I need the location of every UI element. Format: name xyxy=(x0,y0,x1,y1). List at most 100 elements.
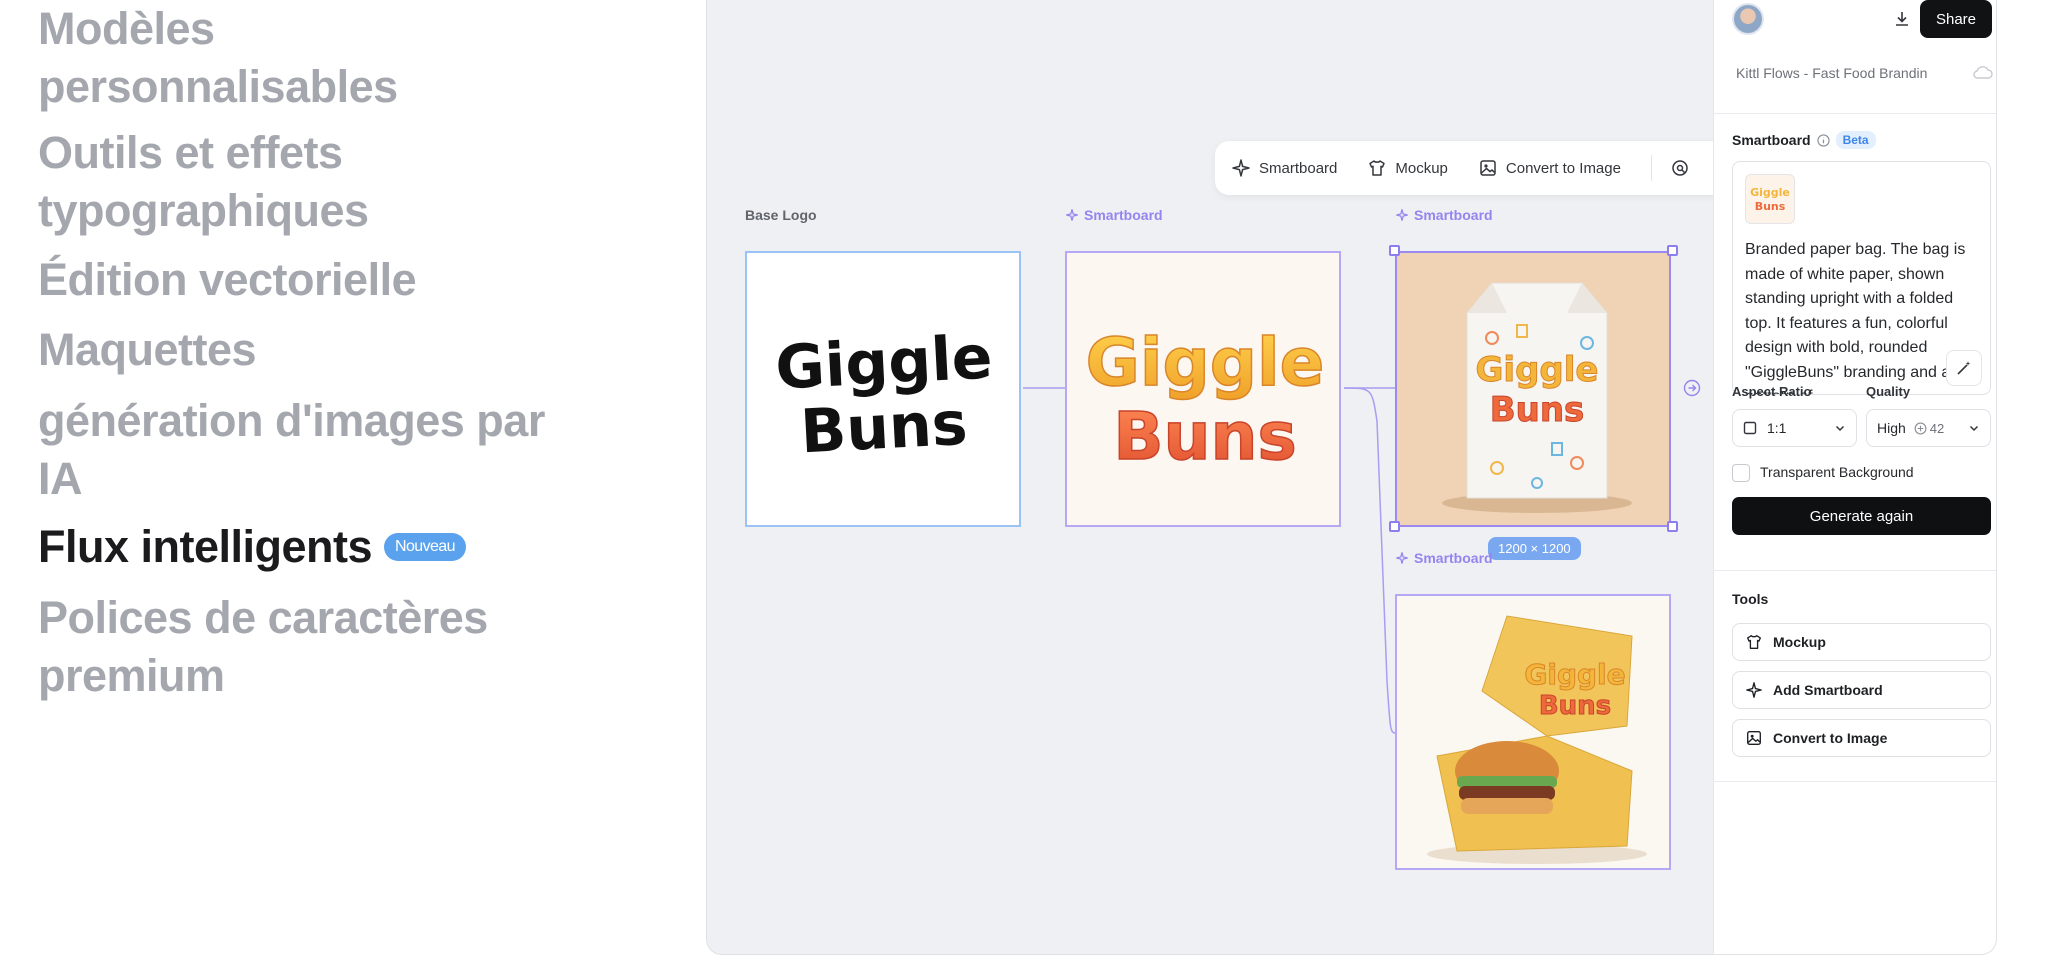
base-logo-node[interactable]: Giggle Buns xyxy=(745,251,1021,527)
enhance-prompt-button[interactable] xyxy=(1946,350,1982,386)
properties-panel: Share Kittl Flows - Fast Food Brandin Sm… xyxy=(1713,0,1996,954)
sparkle-icon xyxy=(1066,209,1078,221)
reference-thumbnail[interactable]: Giggle Buns xyxy=(1745,174,1795,224)
svg-text:Giggle: Giggle xyxy=(1750,186,1790,199)
credits-icon xyxy=(1914,422,1927,434)
svg-text:Buns: Buns xyxy=(1490,390,1585,430)
toolbar-separator xyxy=(1650,155,1652,181)
avatar[interactable] xyxy=(1732,3,1764,35)
quality-value: High xyxy=(1877,420,1906,436)
tool-convert-to-image-label: Convert to Image xyxy=(1773,730,1888,746)
beta-badge: Beta xyxy=(1835,131,1876,149)
image-icon xyxy=(1480,160,1496,176)
dimensions-badge: 1200 × 1200 xyxy=(1488,537,1581,560)
svg-text:Giggle: Giggle xyxy=(1086,324,1325,401)
tool-add-smartboard-label: Add Smartboard xyxy=(1773,682,1883,698)
tools-section-title: Tools xyxy=(1732,591,1769,607)
tool-add-smartboard-button[interactable]: Add Smartboard xyxy=(1732,671,1991,709)
toolbar-smartboard-label: Smartboard xyxy=(1259,159,1338,177)
node-toolbar: Smartboard Mockup Convert to Image xyxy=(1215,141,1735,195)
transparent-background-label: Transparent Background xyxy=(1760,464,1914,480)
toolbar-mockup-button[interactable]: Mockup xyxy=(1367,158,1448,178)
image-icon xyxy=(1747,731,1761,745)
smartboard-2-node[interactable]: Giggle Buns xyxy=(1395,251,1671,527)
smartboard-3-label-text: Smartboard xyxy=(1414,550,1493,566)
quality-select[interactable]: High 42 xyxy=(1866,409,1991,447)
chevron-down-icon xyxy=(1835,425,1845,432)
resize-handle-top-left[interactable] xyxy=(1389,245,1400,256)
add-node-icon[interactable] xyxy=(1683,379,1701,397)
aspect-ratio-label: Aspect Ratio xyxy=(1732,384,1812,399)
tool-mockup-button[interactable]: Mockup xyxy=(1732,623,1991,661)
flow-canvas[interactable]: Smartboard Mockup Convert to Image Base … xyxy=(707,0,1735,954)
aspect-ratio-value: 1:1 xyxy=(1767,420,1787,436)
feature-smart-flows-label: Flux intelligents xyxy=(38,521,373,572)
sparkle-icon xyxy=(1232,159,1250,177)
cloud-sync-icon xyxy=(1973,66,1993,79)
smartboard-2-label-text: Smartboard xyxy=(1414,207,1493,223)
resize-handle-bottom-left[interactable] xyxy=(1389,521,1400,532)
shirt-icon xyxy=(1747,635,1761,649)
smartboard-section-title: Smartboard Beta xyxy=(1732,131,1876,149)
smartboard-1-label: Smartboard xyxy=(1065,207,1163,223)
sparkle-icon xyxy=(1396,209,1408,221)
feature-premium-fonts[interactable]: Polices de caractères premium xyxy=(38,589,518,705)
feature-smart-flows[interactable]: Flux intelligents Nouveau xyxy=(38,518,466,576)
svg-text:Buns: Buns xyxy=(799,389,969,468)
sparkle-icon xyxy=(1746,682,1762,698)
toolbar-smartboard-button[interactable]: Smartboard xyxy=(1231,158,1337,178)
svg-text:Giggle: Giggle xyxy=(1476,350,1599,390)
svg-text:Giggle: Giggle xyxy=(1524,658,1625,691)
smartboard-3-node[interactable]: Giggle Buns xyxy=(1395,594,1671,870)
tool-mockup-label: Mockup xyxy=(1773,634,1826,650)
square-icon xyxy=(1743,421,1757,435)
resize-handle-top-right[interactable] xyxy=(1667,245,1678,256)
paper-bag-mockup: Giggle Buns xyxy=(1397,253,1669,525)
toolbar-convert-label: Convert to Image xyxy=(1505,159,1621,177)
toolbar-view-button[interactable] xyxy=(1670,158,1690,178)
generate-again-button[interactable]: Generate again xyxy=(1732,497,1991,535)
feature-vector-editing[interactable]: Édition vectorielle xyxy=(38,251,558,309)
feature-typography-tools[interactable]: Outils et effets typographiques xyxy=(38,124,558,240)
share-button[interactable]: Share xyxy=(1920,0,1992,38)
shirt-icon xyxy=(1369,160,1386,176)
quality-label: Quality xyxy=(1866,384,1911,399)
new-badge: Nouveau xyxy=(384,533,466,561)
aspect-ratio-select[interactable]: 1:1 xyxy=(1732,409,1857,447)
smartboard-1-label-text: Smartboard xyxy=(1084,207,1163,223)
feature-custom-templates[interactable]: Modèles personnalisables xyxy=(38,0,558,116)
svg-text:Buns: Buns xyxy=(1539,691,1611,721)
toolbar-convert-button[interactable]: Convert to Image xyxy=(1478,158,1621,178)
panel-divider xyxy=(1714,570,1996,571)
zoom-scan-icon xyxy=(1672,160,1688,176)
smartboard-title-text: Smartboard xyxy=(1732,132,1811,148)
smartboard-1-node[interactable]: Giggle Buns xyxy=(1065,251,1341,527)
svg-text:Buns: Buns xyxy=(1113,398,1297,475)
burger-box-mockup: Giggle Buns xyxy=(1397,596,1669,868)
connector-sb1-to-sb3 xyxy=(1343,387,1396,734)
base-logo-label: Base Logo xyxy=(745,207,817,223)
quality-credits: 42 xyxy=(1929,420,1945,436)
toolbar-mockup-label: Mockup xyxy=(1395,159,1448,177)
giggle-buns-black-logo: Giggle Buns xyxy=(774,322,994,468)
giggle-buns-3d-logo: Giggle Buns xyxy=(1085,323,1325,476)
feature-mockups[interactable]: Maquettes xyxy=(38,321,558,379)
app-window: Smartboard Mockup Convert to Image Base … xyxy=(706,0,1997,955)
svg-text:Buns: Buns xyxy=(1755,200,1786,213)
smartboard-3-label: Smartboard xyxy=(1395,550,1493,566)
smartboard-2-label: Smartboard xyxy=(1395,207,1493,223)
magic-wand-icon xyxy=(1957,361,1971,375)
transparent-background-checkbox[interactable] xyxy=(1732,464,1750,482)
giggle-buns-thumbnail: Giggle Buns xyxy=(1750,186,1790,213)
prompt-textarea[interactable]: Giggle Buns Branded paper bag. The bag i… xyxy=(1732,161,1991,395)
info-icon[interactable] xyxy=(1816,133,1830,147)
chevron-down-icon xyxy=(1969,425,1979,432)
tool-convert-to-image-button[interactable]: Convert to Image xyxy=(1732,719,1991,757)
panel-divider xyxy=(1714,113,1996,114)
document-title[interactable]: Kittl Flows - Fast Food Brandin xyxy=(1736,65,1927,81)
download-icon[interactable] xyxy=(1892,9,1912,29)
feature-ai-image-generation[interactable]: génération d'images par IA xyxy=(38,392,598,508)
resize-handle-bottom-right[interactable] xyxy=(1667,521,1678,532)
sparkle-icon xyxy=(1396,552,1408,564)
panel-divider xyxy=(1714,781,1996,782)
